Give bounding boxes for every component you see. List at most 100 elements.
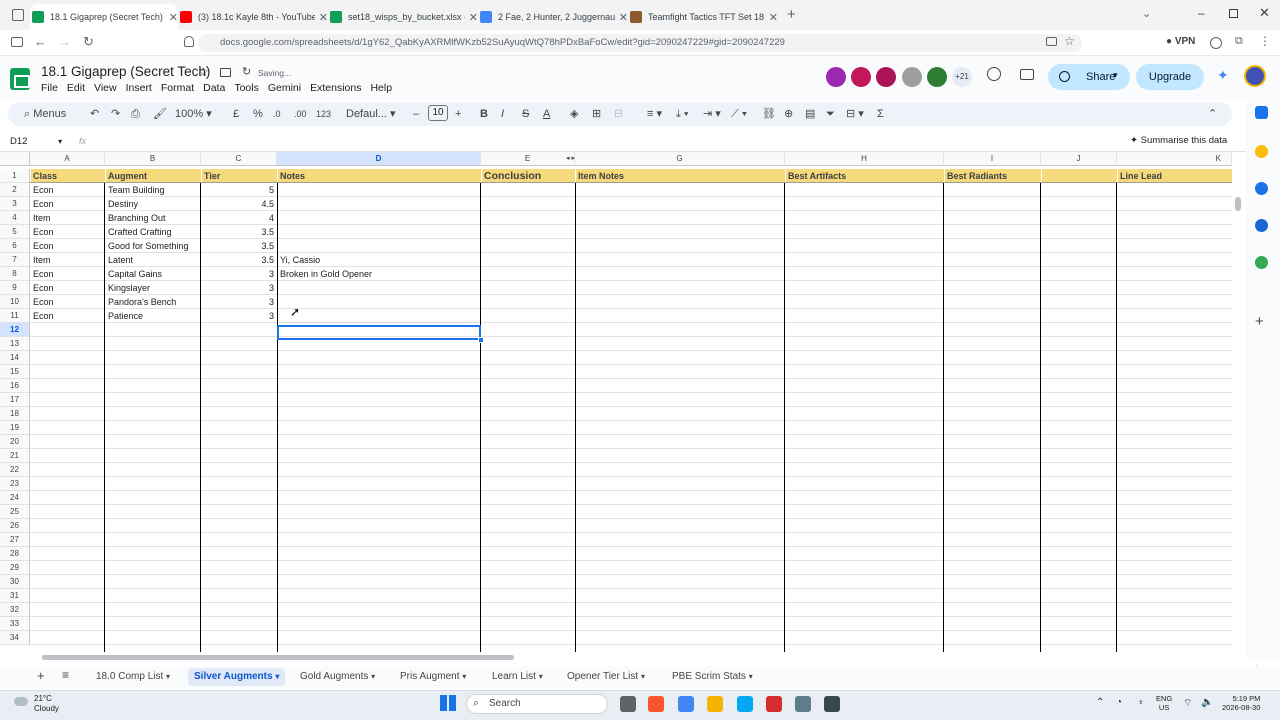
vpn-badge[interactable]: ● VPN [1166,36,1195,47]
cell-augment[interactable]: Kingslayer [106,281,200,295]
cell-augment[interactable]: Team Building [106,183,200,197]
bookmark-star-icon[interactable]: ☆ [1064,34,1075,48]
cell-augment[interactable]: Crafted Crafting [106,225,200,239]
close-tab-icon[interactable]: ✕ [769,11,778,24]
cell-tier[interactable]: 4.5 [202,197,276,211]
fill-color-icon[interactable]: ◈ [570,104,578,124]
cell-tier[interactable]: 5 [202,183,276,197]
menu-view[interactable]: View [94,82,117,94]
column-header[interactable]: G [575,152,785,166]
cell-augment[interactable]: Patience [106,309,200,323]
cell-class[interactable]: Econ [31,239,104,253]
merge-cells-icon[interactable]: ⊟ [614,104,623,124]
row-header[interactable]: 5 [0,225,30,239]
gemini-icon[interactable]: ✦ [1217,67,1229,84]
weather-icon[interactable] [14,697,28,706]
header-cell-item-notes[interactable]: Item Notes [576,169,785,183]
column-header[interactable]: D [277,152,481,166]
sheet-tab[interactable]: Opener Tier List ▾ [561,668,651,686]
sheet-tab-menu-icon[interactable]: ▾ [641,672,645,681]
row-header[interactable]: 34 [0,631,30,645]
cell-tier[interactable]: 3.5 [202,225,276,239]
browser-tab[interactable]: 2 Fae, 2 Hunter, 2 Juggernaut, ✕ [478,4,628,30]
row-header[interactable]: 29 [0,561,30,575]
decrease-font-size-button[interactable]: – [413,104,419,124]
cell-augment[interactable]: Pandora's Bench [106,295,200,309]
clock[interactable]: 5:19 PM 2026-08-30 [1222,694,1260,712]
row-header[interactable]: 28 [0,547,30,561]
browser-tab[interactable]: (3) 18.1c Kayle 8th - YouTube ✕ [178,4,328,30]
taskbar-search[interactable]: Search [466,694,608,714]
star-icon[interactable]: ☆ [198,65,209,79]
menu-extensions[interactable]: Extensions [310,82,361,94]
close-tab-icon[interactable]: ✕ [619,11,628,24]
menu-tools[interactable]: Tools [234,82,259,94]
row-header[interactable]: 14 [0,351,30,365]
row-header[interactable]: 9 [0,281,30,295]
row-header[interactable]: 33 [0,617,30,631]
collaborator-avatar[interactable] [851,67,871,87]
bold-button[interactable]: B [480,104,488,124]
hidden-column-arrows-icon[interactable]: ◂ ▸ [566,154,575,162]
row-header[interactable]: 32 [0,603,30,617]
add-sheet-icon[interactable]: + [37,668,45,683]
row-header[interactable]: 19 [0,421,30,435]
horizontal-align-icon[interactable]: ≡ ▾ [647,104,662,124]
brave-icon[interactable] [648,696,664,712]
document-title[interactable]: 18.1 Gigaprep (Secret Tech) [41,64,210,79]
calendar-icon[interactable] [1255,106,1268,119]
browser-tab[interactable]: Teamfight Tactics TFT Set 18 Ha ✕ [628,4,778,30]
vertical-scrollbar[interactable] [1232,152,1246,652]
text-wrapping-icon[interactable]: ⇥ ▾ [703,104,721,124]
strikethrough-button[interactable]: S [522,104,529,124]
cell-tier[interactable]: 3 [202,309,276,323]
decrease-decimal-button[interactable]: .0 [273,104,281,124]
keep-icon[interactable] [1255,145,1268,158]
new-tab-button[interactable]: + [787,6,796,23]
collaborator-avatar[interactable] [876,67,896,87]
percent-format-button[interactable]: % [253,104,263,124]
text-color-button[interactable]: A [543,104,550,124]
row-header[interactable]: 1 [0,169,30,183]
cell-class[interactable]: Econ [31,295,104,309]
row-header[interactable]: 30 [0,575,30,589]
app-tool-icon[interactable] [795,696,811,712]
row-header[interactable]: 2 [0,183,30,197]
header-cell-tier[interactable]: Tier [202,169,277,183]
browser-tab[interactable]: 18.1 Gigaprep (Secret Tech) - G ✕ [30,4,178,30]
mic-icon[interactable]: ⍖ [1138,697,1144,708]
insert-chart-icon[interactable]: ▤ [805,104,815,124]
select-all-corner[interactable] [0,152,30,166]
filter-icon[interactable]: ⏷ [826,104,835,124]
row-header[interactable]: 25 [0,505,30,519]
cell-class[interactable]: Econ [31,183,104,197]
task-view-icon[interactable] [620,696,636,712]
collaborator-avatar[interactable] [927,67,947,87]
menus-search[interactable]: ⌕ Menus [24,104,66,124]
name-box[interactable]: D12 ▾ [10,136,62,147]
column-header[interactable]: I [944,152,1041,166]
insert-comment-icon[interactable]: ⊕ [784,104,793,124]
cell-class[interactable]: Item [31,211,104,225]
upgrade-button[interactable]: Upgrade [1136,64,1204,90]
browser-tab[interactable]: set18_wisps_by_bucket.xlsx - G ✕ [328,4,478,30]
column-header[interactable]: J [1041,152,1117,166]
copilot-icon[interactable] [678,696,694,712]
maximize-button[interactable] [1229,9,1238,18]
comments-icon[interactable] [1020,69,1034,80]
browser-menu-icon[interactable]: ⋮ [1259,34,1271,48]
move-folder-icon[interactable] [220,68,231,77]
sheet-tab-menu-icon[interactable]: ▾ [539,672,543,681]
site-info-icon[interactable] [184,36,194,47]
sheet-tab-menu-icon[interactable]: ▾ [462,672,466,681]
cell-notes[interactable] [278,197,480,211]
cell-notes[interactable] [278,239,480,253]
tasks-icon[interactable] [1255,182,1268,195]
column-header[interactable]: C [201,152,277,166]
menu-gemini[interactable]: Gemini [268,82,301,94]
all-sheets-icon[interactable]: ≡ [62,668,69,682]
cell-class[interactable]: Econ [31,267,104,281]
cell-notes[interactable] [278,309,480,323]
row-header[interactable]: 22 [0,463,30,477]
install-icon[interactable] [1046,37,1057,46]
